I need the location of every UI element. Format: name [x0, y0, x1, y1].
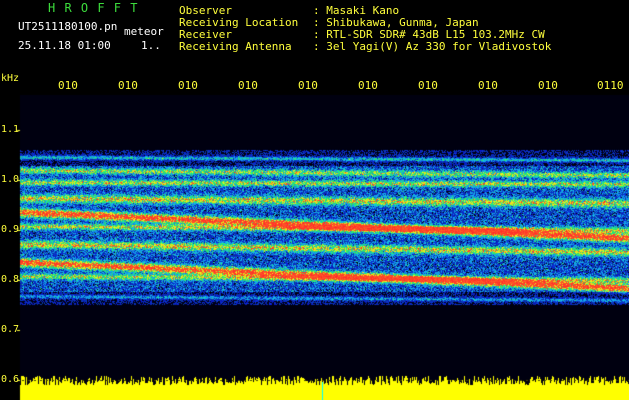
x-tick-label: 010 — [478, 79, 498, 92]
y-tick-label: 0.8 — [1, 274, 20, 285]
y-tick-label: 0.7 — [1, 324, 20, 335]
x-tick-label: 010 — [178, 79, 198, 92]
x-tick-label: 010 — [418, 79, 438, 92]
x-tick-label: 010 — [538, 79, 558, 92]
y-axis-unit: kHz — [1, 73, 20, 84]
x-tick-label: 010 — [238, 79, 258, 92]
mode-label: meteor — [124, 25, 164, 38]
x-tick-label: 010 — [358, 79, 378, 92]
app-title: H R O F F T — [48, 1, 139, 15]
spectrogram-plot — [0, 0, 629, 400]
y-tick-label: 0.9 — [1, 224, 20, 235]
page-marker: 1.. — [141, 39, 161, 52]
capture-datetime: 25.11.18 01:00 — [18, 39, 111, 52]
y-tick-label: 1.0 — [1, 174, 20, 185]
image-filename: UT2511180100.pn — [18, 20, 118, 33]
x-tick-label: 0110 — [597, 79, 624, 92]
x-tick-label: 010 — [118, 79, 138, 92]
antenna-value: : 3el Yagi(V) Az 330 for Vladivostok — [313, 40, 552, 53]
y-tick-label: 1.1 — [1, 124, 20, 135]
x-tick-label: 010 — [58, 79, 78, 92]
x-tick-label: 010 — [298, 79, 318, 92]
antenna-label: Receiving Antenna — [179, 40, 292, 53]
y-tick-label: 0.6 — [1, 374, 20, 385]
